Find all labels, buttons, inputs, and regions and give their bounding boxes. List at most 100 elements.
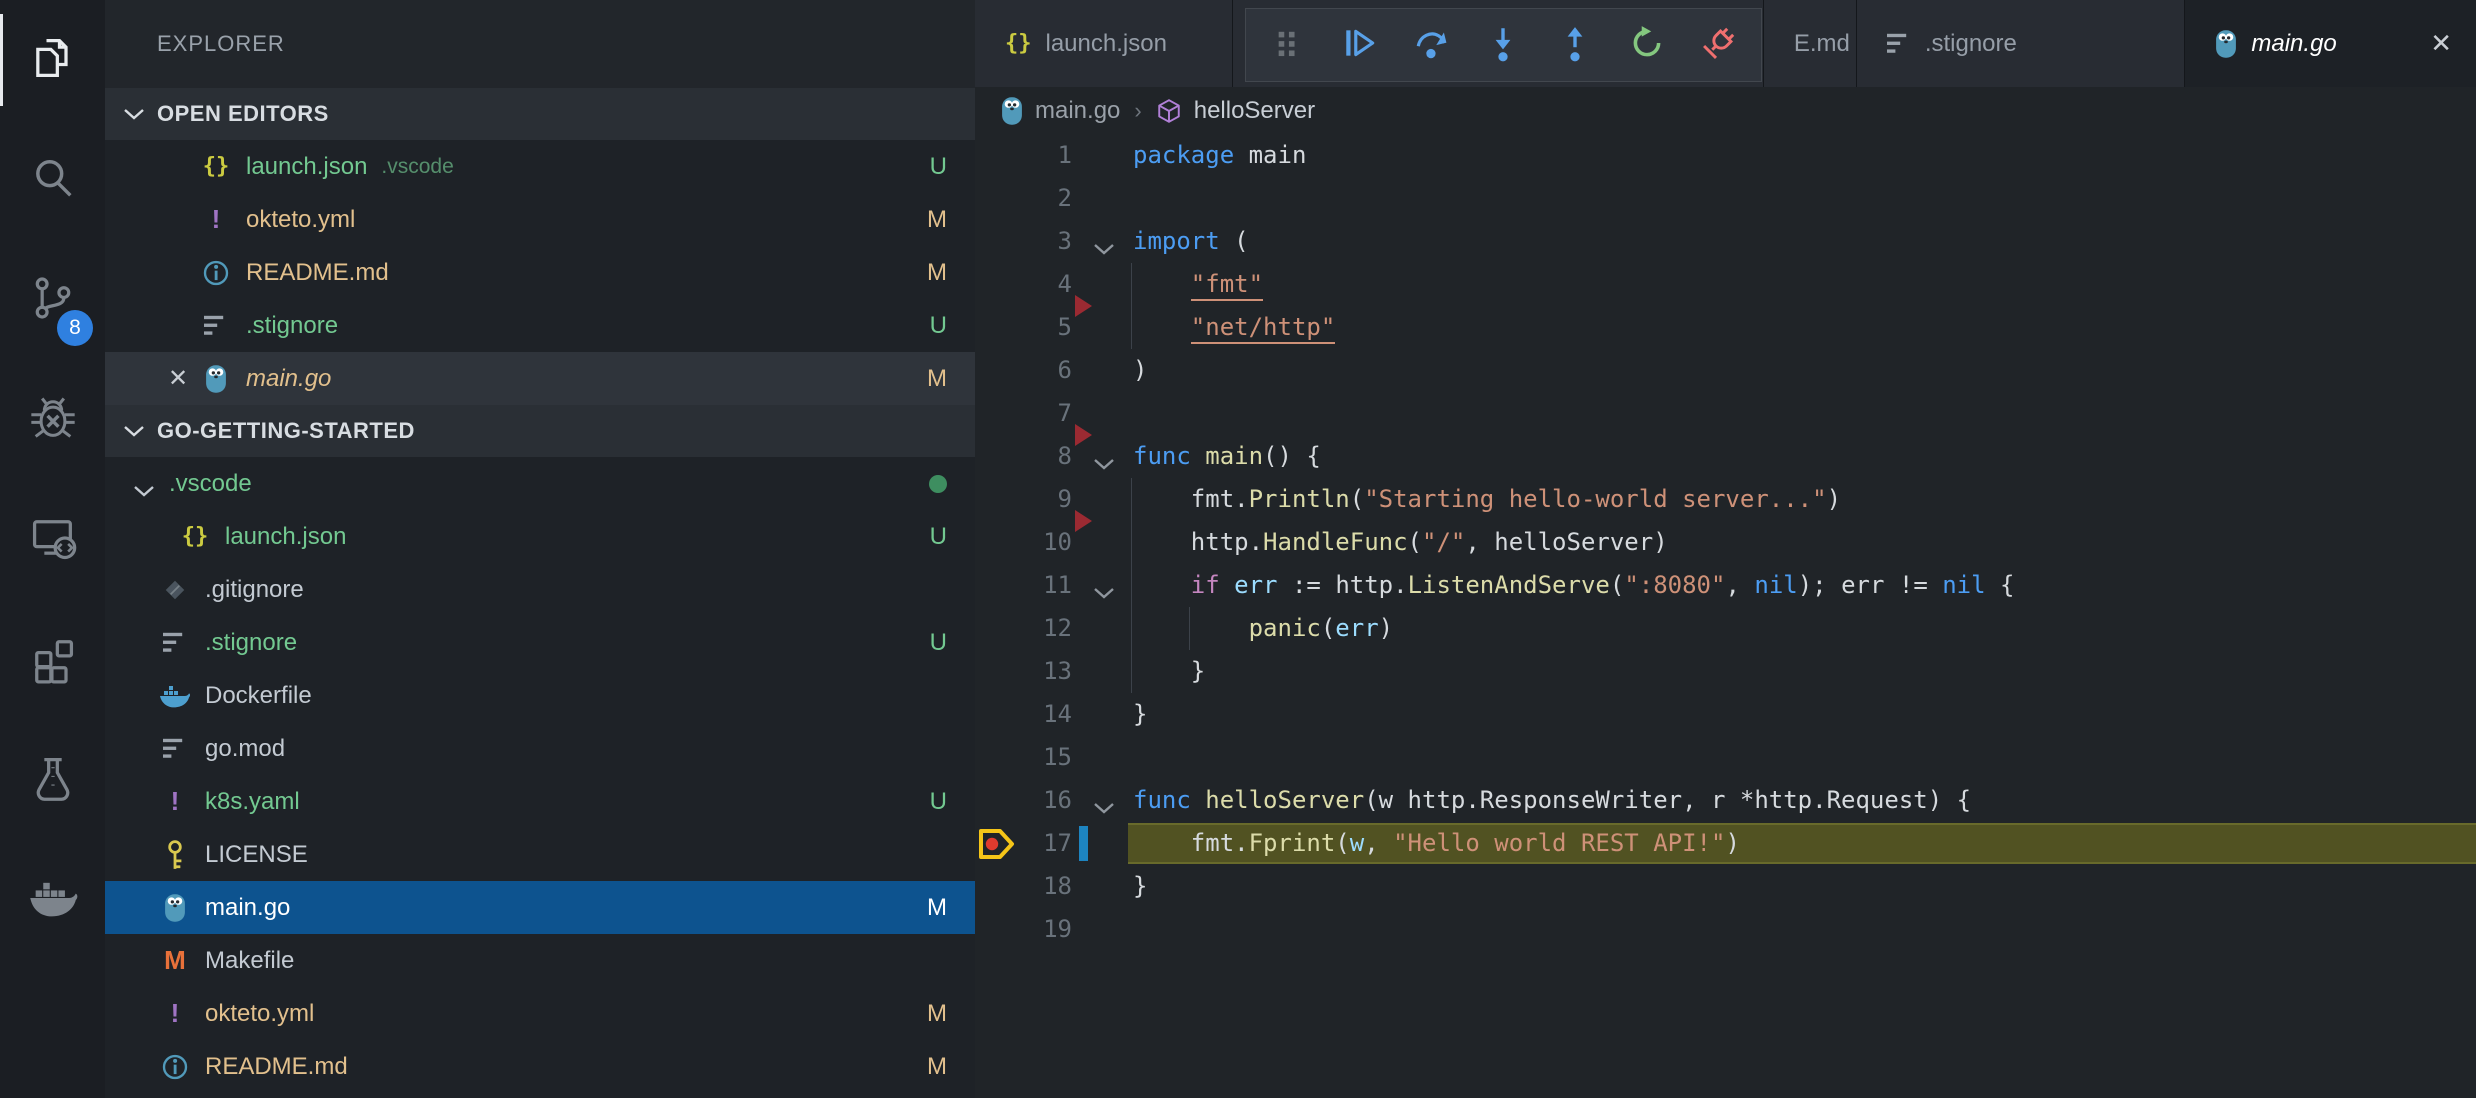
tree-item-launch.json[interactable]: {}launch.jsonU [105, 510, 975, 563]
fold-chevron-icon[interactable] [1093, 234, 1115, 262]
breadcrumb-symbol[interactable]: helloServer [1194, 97, 1315, 125]
open-editors-header[interactable]: OPEN EDITORS [105, 88, 975, 140]
activity-source-control[interactable]: 8 [0, 240, 105, 360]
close-tab-icon[interactable]: ✕ [2390, 28, 2452, 59]
code-line-17[interactable]: 17 fmt.Fprint(w, "Hello world REST API!"… [975, 822, 2476, 865]
line-number: 2 [975, 177, 1072, 220]
open-editor-okteto.yml[interactable]: !okteto.ymlM [105, 193, 975, 246]
activity-docker[interactable] [0, 840, 105, 960]
docker-file-file-icon [155, 683, 195, 709]
tab-readme-partial[interactable]: E.md [1764, 0, 1857, 87]
tree-item-.vscode[interactable]: .vscode [105, 457, 975, 510]
step-into-button[interactable] [1483, 25, 1523, 65]
chevron-down-icon [133, 477, 155, 491]
tree-item-LICENSE[interactable]: LICENSE [105, 828, 975, 881]
debug-restart-icon [1628, 24, 1666, 67]
line-number: 14 [975, 693, 1072, 736]
activity-run-and-debug[interactable] [0, 360, 105, 480]
search-icon [27, 152, 79, 209]
activity-remote-explorer[interactable] [0, 480, 105, 600]
line-number: 13 [975, 650, 1072, 693]
code-line-9[interactable]: 9 fmt.Println("Starting hello-world serv… [975, 478, 2476, 521]
code-line-16[interactable]: 16func helloServer(w http.ResponseWriter… [975, 779, 2476, 822]
tree-item-.gitignore[interactable]: .gitignore [105, 563, 975, 616]
breakpoint-current-line-icon[interactable] [977, 826, 1017, 868]
docker-icon [27, 872, 79, 929]
project-folder-header[interactable]: GO-GETTING-STARTED [105, 405, 975, 457]
line-number: 12 [975, 607, 1072, 650]
code-line-14[interactable]: 14} [975, 693, 2476, 736]
step-over-button[interactable] [1412, 25, 1452, 65]
go-file-icon [155, 893, 195, 923]
code-line-12[interactable]: 12 panic(err) [975, 607, 2476, 650]
code-line-1[interactable]: 1package main [975, 134, 2476, 177]
project-folder-title: GO-GETTING-STARTED [157, 418, 415, 444]
code-line-11[interactable]: 11 if err := http.ListenAndServe(":8080"… [975, 564, 2476, 607]
code-editor[interactable]: 1package main23import (4 "fmt"5 "net/htt… [975, 134, 2476, 1098]
git-status-badge: M [927, 259, 947, 287]
activity-testing[interactable] [0, 720, 105, 840]
tab-main-go[interactable]: main.go ✕ [2185, 0, 2476, 87]
indent-guide [1131, 263, 1132, 306]
code-line-5[interactable]: 5 "net/http" [975, 306, 2476, 349]
tree-item-.stignore[interactable]: .stignoreU [105, 616, 975, 669]
continue-button[interactable] [1340, 25, 1380, 65]
code-line-3[interactable]: 3import ( [975, 220, 2476, 263]
editor-group: {}launch.json E.md.stignore main.go ✕ main.… [975, 0, 2476, 1098]
code-line-19[interactable]: 19 [975, 908, 2476, 951]
git-status-badge: U [930, 788, 947, 816]
tab-launch-json[interactable]: {}launch.json [975, 0, 1233, 87]
tree-item-label: go.mod [205, 735, 285, 763]
info-file-icon [155, 1054, 195, 1080]
git-deleted-lines-marker [1075, 510, 1092, 532]
editor-label: .stignore [246, 312, 338, 340]
tree-item-README.md[interactable]: README.mdM [105, 1040, 975, 1093]
code-line-8[interactable]: 8func main() { [975, 435, 2476, 478]
breadcrumb-separator: › [1134, 98, 1141, 124]
open-editor-README.md[interactable]: README.mdM [105, 246, 975, 299]
tab-stignore[interactable]: .stignore [1857, 0, 2186, 87]
code-text: package main [1133, 134, 1306, 177]
tab-label: main.go [2251, 30, 2336, 58]
debug-continue-icon [1341, 24, 1379, 67]
tree-item-go.mod[interactable]: go.mod [105, 722, 975, 775]
files-icon [27, 32, 79, 89]
disconnect-button[interactable] [1699, 25, 1739, 65]
open-editor-.stignore[interactable]: .stignoreU [105, 299, 975, 352]
code-line-6[interactable]: 6) [975, 349, 2476, 392]
tree-item-k8s.yaml[interactable]: !k8s.yamlU [105, 775, 975, 828]
activity-extensions[interactable] [0, 600, 105, 720]
code-line-10[interactable]: 10 http.HandleFunc("/", helloServer) [975, 521, 2476, 564]
breadcrumb-file[interactable]: main.go [1035, 97, 1120, 125]
activity-search[interactable] [0, 120, 105, 240]
code-line-18[interactable]: 18} [975, 865, 2476, 908]
git-deleted-lines-marker [1075, 295, 1092, 317]
activity-explorer[interactable] [0, 0, 105, 120]
json-file-icon: {} [1005, 31, 1032, 56]
tree-item-Dockerfile[interactable]: Dockerfile [105, 669, 975, 722]
code-text: "fmt" [1133, 263, 1263, 306]
code-line-13[interactable]: 13 } [975, 650, 2476, 693]
code-line-7[interactable]: 7 [975, 392, 2476, 435]
git-status-badge: M [927, 1053, 947, 1081]
fold-chevron-icon[interactable] [1093, 578, 1115, 606]
code-line-15[interactable]: 15 [975, 736, 2476, 779]
toolbar-drag-handle[interactable] [1268, 25, 1308, 65]
restart-button[interactable] [1627, 25, 1667, 65]
indent-guide [1131, 607, 1132, 650]
close-editor-icon[interactable]: ✕ [160, 364, 196, 393]
fold-chevron-icon[interactable] [1093, 449, 1115, 477]
code-line-4[interactable]: 4 "fmt" [975, 263, 2476, 306]
tree-item-okteto.yml[interactable]: !okteto.ymlM [105, 987, 975, 1040]
code-line-2[interactable]: 2 [975, 177, 2476, 220]
open-editor-launch.json[interactable]: {}launch.json.vscodeU [105, 140, 975, 193]
yaml-file-icon: ! [155, 998, 195, 1029]
step-out-button[interactable] [1555, 25, 1595, 65]
code-text: http.HandleFunc("/", helloServer) [1133, 521, 1668, 564]
fold-chevron-icon[interactable] [1093, 793, 1115, 821]
tree-item-Makefile[interactable]: MMakefile [105, 934, 975, 987]
chevron-down-icon [123, 107, 145, 121]
debug-icon [27, 392, 79, 449]
open-editor-main.go[interactable]: ✕main.goM [105, 352, 975, 405]
tree-item-main.go[interactable]: main.goM [105, 881, 975, 934]
